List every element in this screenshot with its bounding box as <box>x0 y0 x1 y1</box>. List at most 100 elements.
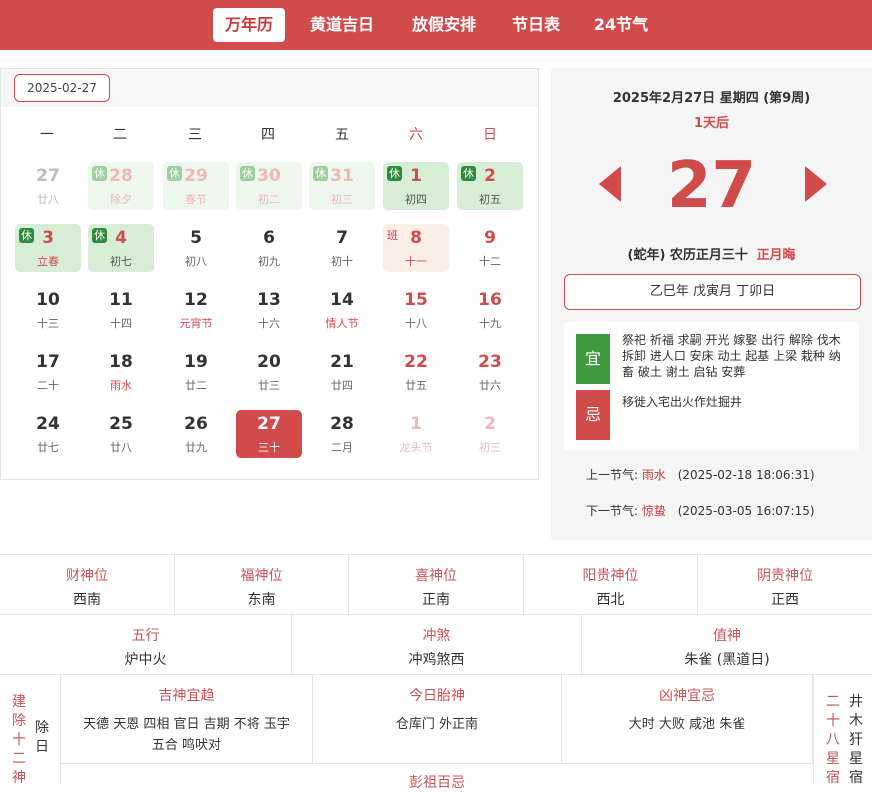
calendar-day-cell[interactable]: 23 廿六 <box>457 348 523 396</box>
pengzu-title: 彭祖百忌 <box>409 775 465 791</box>
relative-day-label: 1天后 <box>693 116 730 131</box>
zhishen-cell: 值神 朱雀 (黑道日) <box>582 615 872 675</box>
lunar-label: 春节 <box>185 193 207 206</box>
calendar-day-cell[interactable]: 休 4 初七 <box>88 224 154 272</box>
lunar-label: 情人节 <box>325 317 359 330</box>
calendar-day-cell[interactable]: 5 初八 <box>163 224 229 272</box>
jishen-value-1: 天德 天恩 四相 官日 吉期 不将 玉宇 <box>83 717 290 732</box>
weekday-sun: 日 <box>483 127 497 143</box>
lunar-date-line: (蛇年) 农历正月三十 正月晦 <box>551 244 872 263</box>
nav-festival-table[interactable]: 节日表 <box>500 8 572 42</box>
lunar-label: 廿八 <box>110 441 132 454</box>
xiu-cell: 二十八星宿 井木犴星宿 <box>813 675 872 786</box>
day-number: 8 <box>410 228 422 248</box>
calendar-day-cell[interactable]: 休 28 除夕 <box>88 162 154 210</box>
lunar-label: 三十 <box>258 441 280 454</box>
lunar-label: 初二 <box>258 193 280 206</box>
calendar-day-cell[interactable]: 27 三十 <box>236 410 302 458</box>
caishen-title: 财神位 <box>66 568 108 584</box>
calendar-day-cell[interactable]: 班 8 十一 <box>383 224 449 272</box>
calendar-day-cell[interactable]: 21 廿四 <box>309 348 375 396</box>
wuxing-title: 五行 <box>131 628 160 644</box>
lunar-label: 立春 <box>37 255 59 268</box>
day-number: 28 <box>330 414 354 434</box>
nav-huangdao-jiri[interactable]: 黄道吉日 <box>297 8 387 42</box>
calendar-day-cell[interactable]: 休 2 初五 <box>457 162 523 210</box>
lunar-label: 廿八 <box>37 193 59 206</box>
ji-badge: 忌 <box>576 390 610 440</box>
calendar-day-cell[interactable]: 22 廿五 <box>383 348 449 396</box>
nav-wannianli[interactable]: 万年历 <box>213 8 285 42</box>
xishen-cell: 喜神位 正南 <box>349 555 524 615</box>
calendar-day-cell[interactable]: 休 31 初三 <box>309 162 375 210</box>
zhishen-value: 朱雀 (黑道日) <box>684 652 770 668</box>
xiongshen-value: 大时 大败 咸池 朱雀 <box>628 717 746 732</box>
calendar-day-cell[interactable]: 休 30 初二 <box>236 162 302 210</box>
day-number: 28 <box>109 166 133 186</box>
lunar-tag: 正月晦 <box>756 248 796 263</box>
weekday-mon: 一 <box>40 127 54 143</box>
day-number: 22 <box>404 352 428 372</box>
fushen-title: 福神位 <box>240 568 283 584</box>
lunar-label: 十二 <box>479 255 501 268</box>
next-jieqi-label: 下一节气: <box>586 504 639 518</box>
lunar-label: 初八 <box>185 255 207 268</box>
calendar-day-cell[interactable]: 1 龙头节 <box>383 410 449 458</box>
calendar-day-cell[interactable]: 2 初三 <box>457 410 523 458</box>
xishen-value: 正南 <box>422 592 450 608</box>
calendar-day-cell[interactable]: 18 雨水 <box>88 348 154 396</box>
calendar-day-cell[interactable]: 6 初九 <box>236 224 302 272</box>
calendar-day-cell[interactable]: 休 29 春节 <box>163 162 229 210</box>
calendar-day-cell[interactable]: 休 1 初四 <box>383 162 449 210</box>
lunar-label: 廿六 <box>479 379 501 392</box>
calendar-day-cell[interactable]: 19 廿二 <box>163 348 229 396</box>
day-number: 13 <box>257 290 281 310</box>
calendar-day-cell[interactable]: 27 廿八 <box>15 162 81 210</box>
calendar-day-cell[interactable]: 26 廿九 <box>163 410 229 458</box>
calendar-day-cell[interactable]: 15 十八 <box>383 286 449 334</box>
calendar-day-cell[interactable]: 17 二十 <box>15 348 81 396</box>
lunar-label: 廿四 <box>331 379 353 392</box>
jishen-title: 吉神宜趋 <box>158 688 215 704</box>
weekday-fri: 五 <box>335 127 349 143</box>
lunar-label: 初七 <box>110 255 132 268</box>
calendar-day-cell[interactable]: 休 3 立春 <box>15 224 81 272</box>
calendar-day-cell[interactable]: 12 元宵节 <box>163 286 229 334</box>
calendar-day-cell[interactable]: 28 二月 <box>309 410 375 458</box>
day-number: 26 <box>184 414 208 434</box>
lunar-label: 十八 <box>405 317 427 330</box>
yingui-cell: 阴贵神位 正西 <box>698 555 872 615</box>
lunar-label: 廿五 <box>405 379 427 392</box>
detail-date-header: 2025年2月27日 星期四 (第9周) <box>612 91 811 106</box>
calendar-day-cell[interactable]: 20 廿三 <box>236 348 302 396</box>
bottom-section: 建除十二神 除日 吉神宜趋 天德 天恩 四相 官日 吉期 不将 玉宇 五合 鸣吠… <box>0 674 872 791</box>
day-number: 19 <box>184 352 208 372</box>
calendar-day-cell[interactable]: 25 廿八 <box>88 410 154 458</box>
xiu-value: 井木犴星宿 <box>849 694 863 786</box>
weekday-tue: 二 <box>113 127 127 143</box>
chongsha-title: 冲煞 <box>422 628 451 644</box>
calendar-panel: 2025-02-27 一 二 三 四 五 六 日 27 廿八休 28 除夕休 29 春节休… <box>0 68 539 480</box>
calendar-day-cell[interactable]: 9 十二 <box>457 224 523 272</box>
prev-jieqi-name[interactable]: 雨水 <box>642 468 666 482</box>
calendar-day-cell[interactable]: 10 十三 <box>15 286 81 334</box>
calendar-day-cell[interactable]: 11 十四 <box>88 286 154 334</box>
calendar-day-cell[interactable]: 14 情人节 <box>309 286 375 334</box>
nav-holiday-schedule[interactable]: 放假安排 <box>399 8 489 42</box>
calendar-day-cell[interactable]: 24 廿七 <box>15 410 81 458</box>
calendar-day-cell[interactable]: 13 十六 <box>236 286 302 334</box>
date-input[interactable]: 2025-02-27 <box>14 74 110 102</box>
lunar-label: 廿三 <box>258 379 280 392</box>
next-day-arrow-icon[interactable] <box>805 166 827 202</box>
nav-24-solar-terms[interactable]: 24节气 <box>585 8 657 42</box>
jishen-value-2: 五合 鸣吠对 <box>151 738 222 753</box>
xiongshen-cell: 凶神宜忌 大时 大败 咸池 朱雀 <box>562 675 813 763</box>
calendar-day-cell[interactable]: 7 初十 <box>309 224 375 272</box>
next-jieqi-name[interactable]: 惊蛰 <box>642 504 666 518</box>
calendar-day-cell[interactable]: 16 十九 <box>457 286 523 334</box>
day-number: 9 <box>484 228 496 248</box>
day-number: 21 <box>330 352 354 372</box>
yingui-value: 正西 <box>771 592 799 608</box>
day-number: 10 <box>36 290 60 310</box>
chongsha-cell: 冲煞 冲鸡煞西 <box>292 615 582 675</box>
